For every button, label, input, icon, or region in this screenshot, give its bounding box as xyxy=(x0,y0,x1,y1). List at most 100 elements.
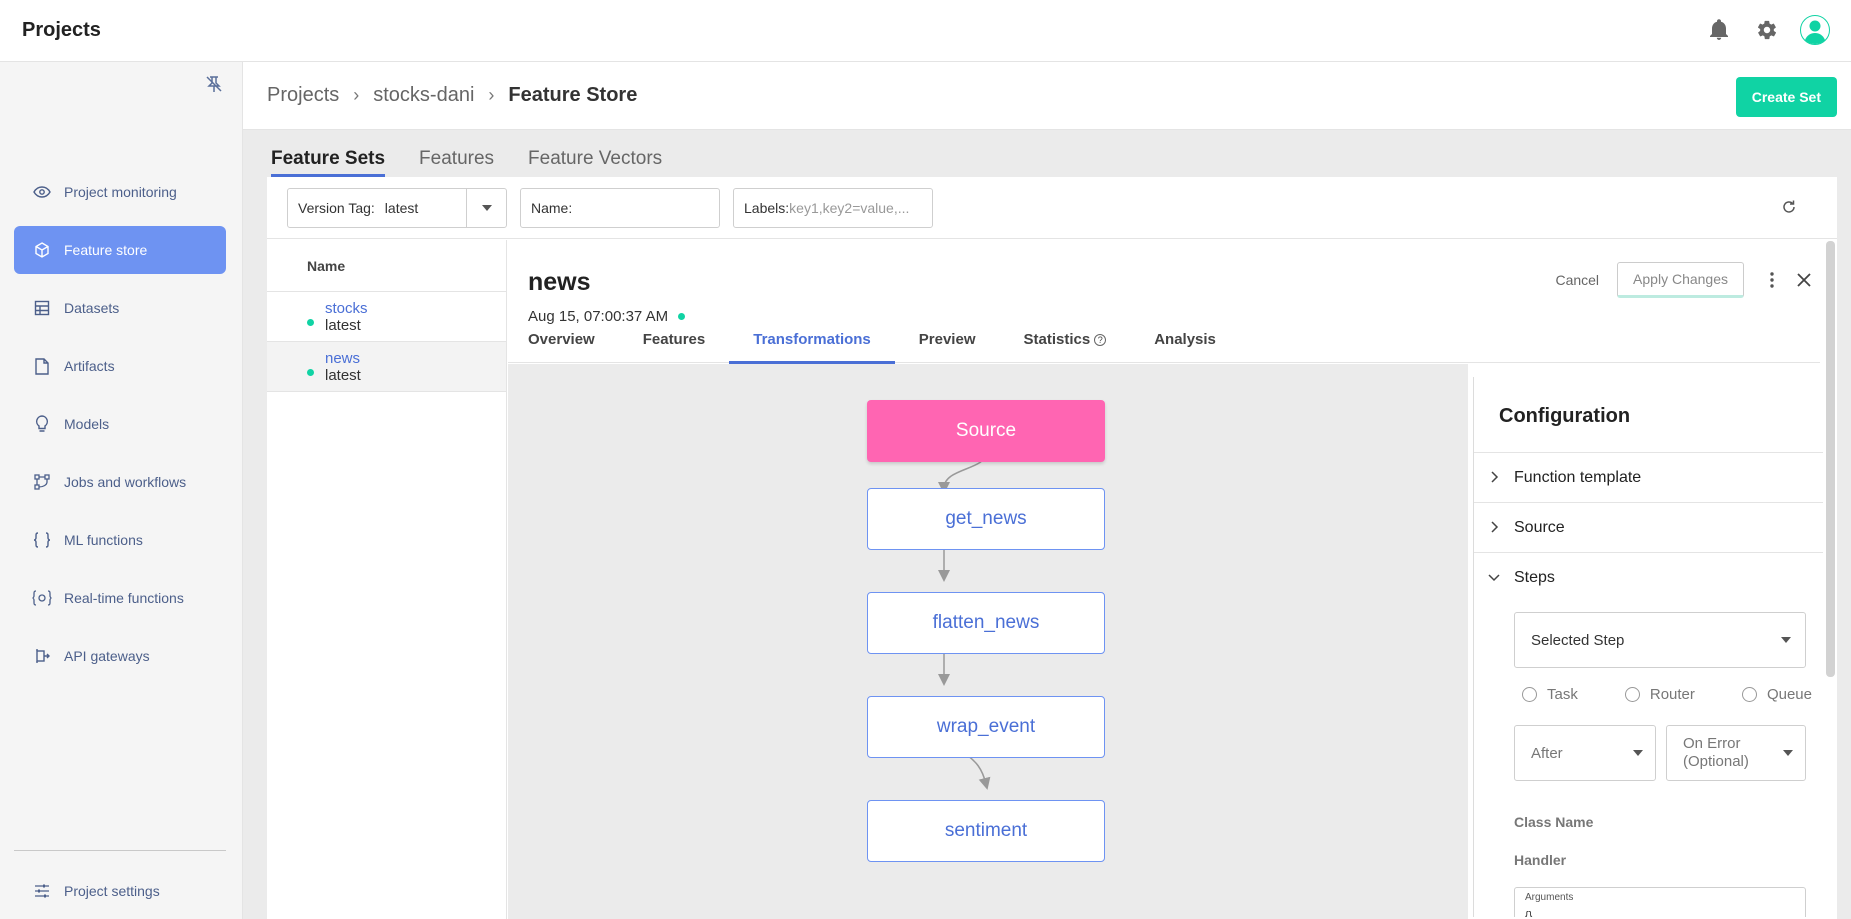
sidebar-item-project-monitoring[interactable]: Project monitoring xyxy=(14,168,226,216)
sidebar-item-label: Project settings xyxy=(64,883,160,899)
app-title: Projects xyxy=(22,19,101,41)
tab-overview[interactable]: Overview xyxy=(528,322,595,363)
chevron-down-icon xyxy=(1488,574,1500,582)
radio-queue[interactable]: Queue xyxy=(1741,686,1812,703)
cube-icon xyxy=(32,240,52,260)
class-name-label: Class Name xyxy=(1514,814,1594,830)
chevron-right-icon xyxy=(1491,521,1499,533)
radio-label: Queue xyxy=(1766,686,1812,703)
tab-statistics-label: Statistics xyxy=(1023,331,1091,348)
avatar-icon[interactable] xyxy=(1799,14,1831,46)
sliders-icon xyxy=(32,881,52,901)
graph-node[interactable]: flatten_news xyxy=(867,592,1105,654)
api-gateway-icon xyxy=(32,646,52,666)
sidebar-item-real-time-functions[interactable]: Real-time functions xyxy=(14,574,226,622)
top-bar: Projects xyxy=(0,0,1851,62)
after-select[interactable]: After xyxy=(1514,725,1656,781)
section-steps[interactable]: Steps xyxy=(1474,552,1823,602)
sidebar-item-datasets[interactable]: Datasets xyxy=(14,284,226,332)
graph-node[interactable]: get_news xyxy=(867,488,1105,550)
tab-analysis[interactable]: Analysis xyxy=(1154,322,1216,363)
cancel-button[interactable]: Cancel xyxy=(1555,272,1599,288)
arguments-value: {} xyxy=(1525,910,1533,917)
sidebar-item-jobs-and-workflows[interactable]: Jobs and workflows xyxy=(14,458,226,506)
list-item-text: news latest xyxy=(325,350,361,384)
sidebar-item-label: Jobs and workflows xyxy=(64,474,187,490)
tab-feature-vectors[interactable]: Feature Vectors xyxy=(528,148,662,177)
section-label: Source xyxy=(1514,518,1565,536)
detail-scrollbar[interactable] xyxy=(1826,241,1835,677)
chevron-right-icon: › xyxy=(353,85,360,105)
graph-node[interactable]: sentiment xyxy=(867,800,1105,862)
grid-icon xyxy=(32,298,52,318)
list-header: Name xyxy=(267,240,506,292)
apply-changes-button[interactable]: Apply Changes xyxy=(1617,262,1744,298)
sidebar-item-models[interactable]: Models xyxy=(14,400,226,448)
sidebar: Project monitoring Feature store Dataset… xyxy=(0,62,243,919)
list-item-name[interactable]: stocks xyxy=(325,300,368,317)
list-item[interactable]: stocks latest xyxy=(267,292,506,342)
refresh-icon[interactable] xyxy=(1781,199,1799,217)
tab-statistics[interactable]: Statistics? xyxy=(1024,322,1107,363)
name-filter-input[interactable]: Name: xyxy=(520,188,720,228)
selected-step-select[interactable]: Selected Step xyxy=(1514,612,1806,668)
sidebar-nav: Project monitoring Feature store Dataset… xyxy=(14,168,226,690)
list-item-version: latest xyxy=(325,366,361,384)
labels-filter-placeholder: key1,key2=value,... xyxy=(789,200,910,216)
sidebar-item-feature-store[interactable]: Feature store xyxy=(14,226,226,274)
sidebar-item-api-gateways[interactable]: API gateways xyxy=(14,632,226,680)
section-source[interactable]: Source xyxy=(1474,502,1823,552)
gear-icon[interactable] xyxy=(1751,14,1783,46)
tab-features[interactable]: Features xyxy=(419,148,494,177)
feature-set-list: Name stocks latest news latest xyxy=(267,240,507,919)
graph-node-source[interactable]: Source xyxy=(867,400,1105,462)
section-function-template[interactable]: Function template xyxy=(1474,452,1823,502)
sidebar-item-label: Artifacts xyxy=(64,358,115,374)
arguments-field[interactable]: Arguments {} xyxy=(1514,887,1806,917)
caret-down-icon[interactable] xyxy=(466,189,506,227)
list-item-version: latest xyxy=(325,316,361,334)
graph-node[interactable]: wrap_event xyxy=(867,696,1105,758)
close-icon[interactable] xyxy=(1788,264,1820,296)
labels-filter-label: Labels: xyxy=(744,200,790,216)
create-set-button[interactable]: Create Set xyxy=(1735,77,1837,117)
list-item[interactable]: news latest xyxy=(267,342,506,392)
tab-feature-sets[interactable]: Feature Sets xyxy=(271,148,386,177)
status-dot xyxy=(307,319,314,326)
lightbulb-icon xyxy=(32,414,52,434)
radio-task[interactable]: Task xyxy=(1522,686,1578,703)
radio-circle[interactable] xyxy=(1522,687,1537,702)
labels-filter-input[interactable]: Labels: key1,key2=value,... xyxy=(733,188,933,228)
version-tag-select[interactable]: Version Tag: latest xyxy=(287,188,507,228)
filter-bar: Version Tag: latest Name: Labels: key1,k… xyxy=(267,177,1837,239)
caret-down-icon xyxy=(1783,750,1793,756)
sidebar-item-artifacts[interactable]: Artifacts xyxy=(14,342,226,390)
sidebar-item-project-settings[interactable]: Project settings xyxy=(14,867,226,915)
chevron-right-icon: › xyxy=(488,85,495,105)
breadcrumb: Projects › stocks-dani › Feature Store xyxy=(267,84,637,107)
name-filter-label: Name: xyxy=(531,200,573,216)
tab-transformations[interactable]: Transformations xyxy=(729,322,895,364)
unpin-icon[interactable] xyxy=(204,74,226,96)
arguments-label: Arguments xyxy=(1525,892,1574,903)
radio-router[interactable]: Router xyxy=(1624,686,1695,703)
detail-title: news xyxy=(528,268,591,296)
breadcrumb-projects[interactable]: Projects xyxy=(267,84,339,107)
feature-store-tabs: Feature Sets Features Feature Vectors xyxy=(271,148,662,177)
radio-circle[interactable] xyxy=(1624,687,1640,702)
breadcrumb-project[interactable]: stocks-dani xyxy=(373,84,474,107)
bell-icon[interactable] xyxy=(1703,14,1735,46)
on-error-select[interactable]: On Error (Optional) xyxy=(1666,725,1806,781)
radio-circle[interactable] xyxy=(1741,687,1757,702)
handler-label: Handler xyxy=(1514,852,1567,868)
chevron-right-icon xyxy=(1491,471,1499,483)
tab-features[interactable]: Features xyxy=(643,322,706,363)
list-item-name[interactable]: news xyxy=(325,350,361,367)
help-icon[interactable]: ? xyxy=(1094,334,1107,347)
page-header: Projects › stocks-dani › Feature Store C… xyxy=(243,62,1851,130)
sidebar-item-ml-functions[interactable]: ML functions xyxy=(14,516,226,564)
tab-preview[interactable]: Preview xyxy=(919,322,976,363)
more-vertical-icon[interactable] xyxy=(1756,264,1788,296)
graph-canvas: Source get_news flatten_news wrap_event … xyxy=(508,364,1468,919)
top-icons xyxy=(1703,14,1831,46)
